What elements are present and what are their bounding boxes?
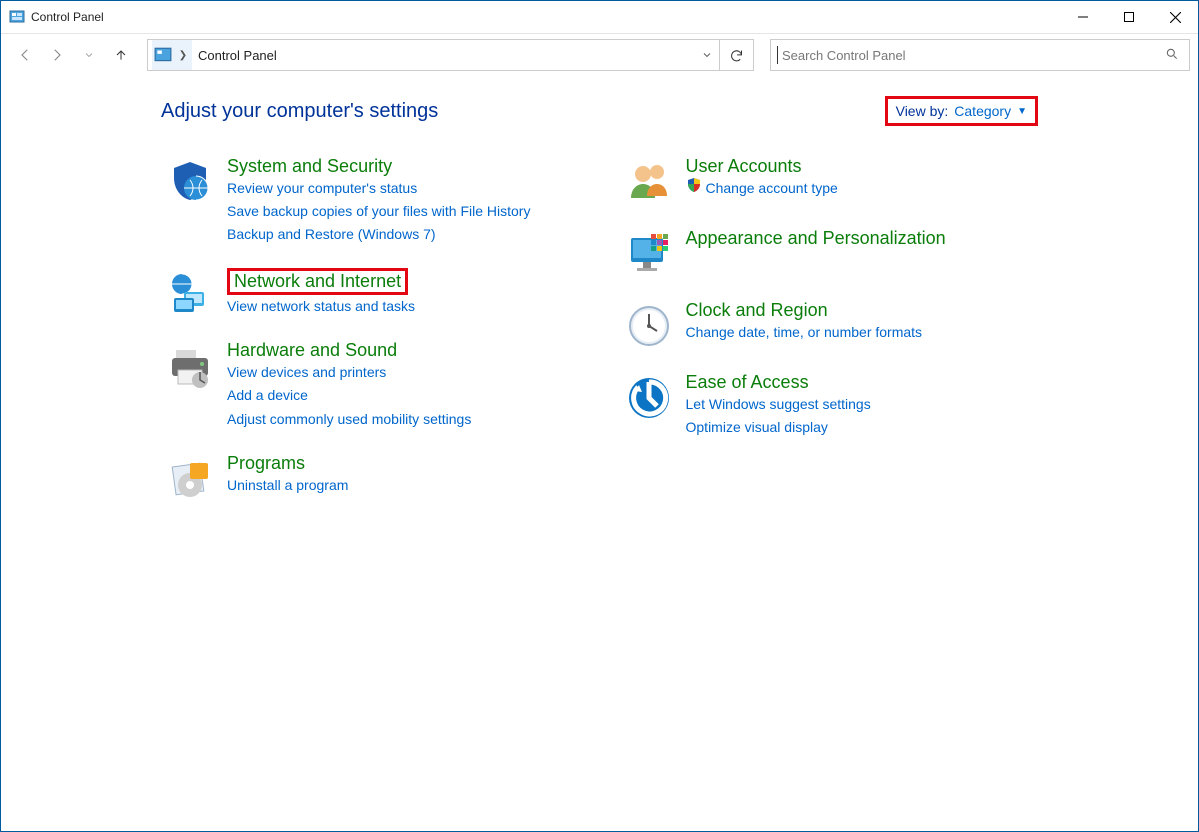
category-title[interactable]: Hardware and Sound [227,340,397,360]
window-app-icon [9,9,25,25]
text-cursor [777,46,778,64]
view-by-value[interactable]: Category [954,103,1011,119]
chevron-down-icon: ▼ [1017,106,1027,117]
category-item: System and SecurityReview your computer'… [161,156,580,246]
category-item: User AccountsChange account type [620,156,1039,206]
view-by-control[interactable]: View by: Category ▼ [885,96,1038,126]
category-item: Appearance and Personalization [620,228,1039,278]
breadcrumb-root-caret[interactable]: ❯ [174,50,192,61]
close-button[interactable] [1152,1,1198,34]
uac-shield-icon [686,177,702,200]
category-item: Network and InternetView network status … [161,268,580,318]
forward-button[interactable] [43,41,71,69]
navbar: ❯ Control Panel [1,34,1198,76]
category-link[interactable]: Uninstall a program [227,474,580,497]
page-title: Adjust your computer's settings [161,100,438,123]
recent-dropdown-button[interactable] [75,41,103,69]
category-item: Ease of AccessLet Windows suggest settin… [620,372,1039,439]
category-link[interactable]: Backup and Restore (Windows 7) [227,223,580,246]
category-title[interactable]: Clock and Region [686,300,828,320]
category-link[interactable]: Review your computer's status [227,177,580,200]
address-dropdown-button[interactable] [695,49,719,61]
programs-icon [161,453,219,503]
category-title[interactable]: User Accounts [686,156,802,176]
categories-left-column: System and SecurityReview your computer'… [161,156,580,525]
category-title[interactable]: Network and Internet [227,268,408,295]
category-link[interactable]: Adjust commonly used mobility settings [227,408,580,431]
users-icon [620,156,678,206]
category-link[interactable]: Add a device [227,384,580,407]
category-link[interactable]: Change account type [686,177,1039,200]
back-button[interactable] [11,41,39,69]
window-title: Control Panel [31,10,104,24]
category-link[interactable]: View devices and printers [227,361,580,384]
titlebar: Control Panel [1,1,1198,34]
search-input[interactable] [782,48,1161,63]
refresh-button[interactable] [719,39,753,71]
category-link[interactable]: Change date, time, or number formats [686,321,1039,344]
shield-globe-icon [161,156,219,246]
category-title[interactable]: Appearance and Personalization [686,228,946,248]
category-link[interactable]: Optimize visual display [686,416,1039,439]
minimize-button[interactable] [1060,1,1106,34]
printer-icon [161,340,219,430]
category-title[interactable]: System and Security [227,156,392,176]
search-box[interactable] [770,39,1190,71]
category-title[interactable]: Programs [227,453,305,473]
categories-right-column: User AccountsChange account type Appearan… [620,156,1039,525]
network-icon [161,268,219,318]
content-area: Adjust your computer's settings View by:… [1,76,1198,525]
category-link[interactable]: Let Windows suggest settings [686,393,1039,416]
breadcrumb-item[interactable]: Control Panel [192,40,283,70]
category-item: ProgramsUninstall a program [161,453,580,503]
category-item: Hardware and SoundView devices and print… [161,340,580,430]
view-by-label: View by: [896,103,949,119]
appearance-icon [620,228,678,278]
ease-icon [620,372,678,439]
category-item: Clock and RegionChange date, time, or nu… [620,300,1039,350]
category-link[interactable]: View network status and tasks [227,295,580,318]
control-panel-icon [154,46,172,64]
maximize-button[interactable] [1106,1,1152,34]
address-bar[interactable]: ❯ Control Panel [147,39,754,71]
category-link[interactable]: Save backup copies of your files with Fi… [227,200,580,223]
clock-icon [620,300,678,350]
category-title[interactable]: Ease of Access [686,372,809,392]
up-button[interactable] [107,41,135,69]
search-icon [1161,47,1183,64]
